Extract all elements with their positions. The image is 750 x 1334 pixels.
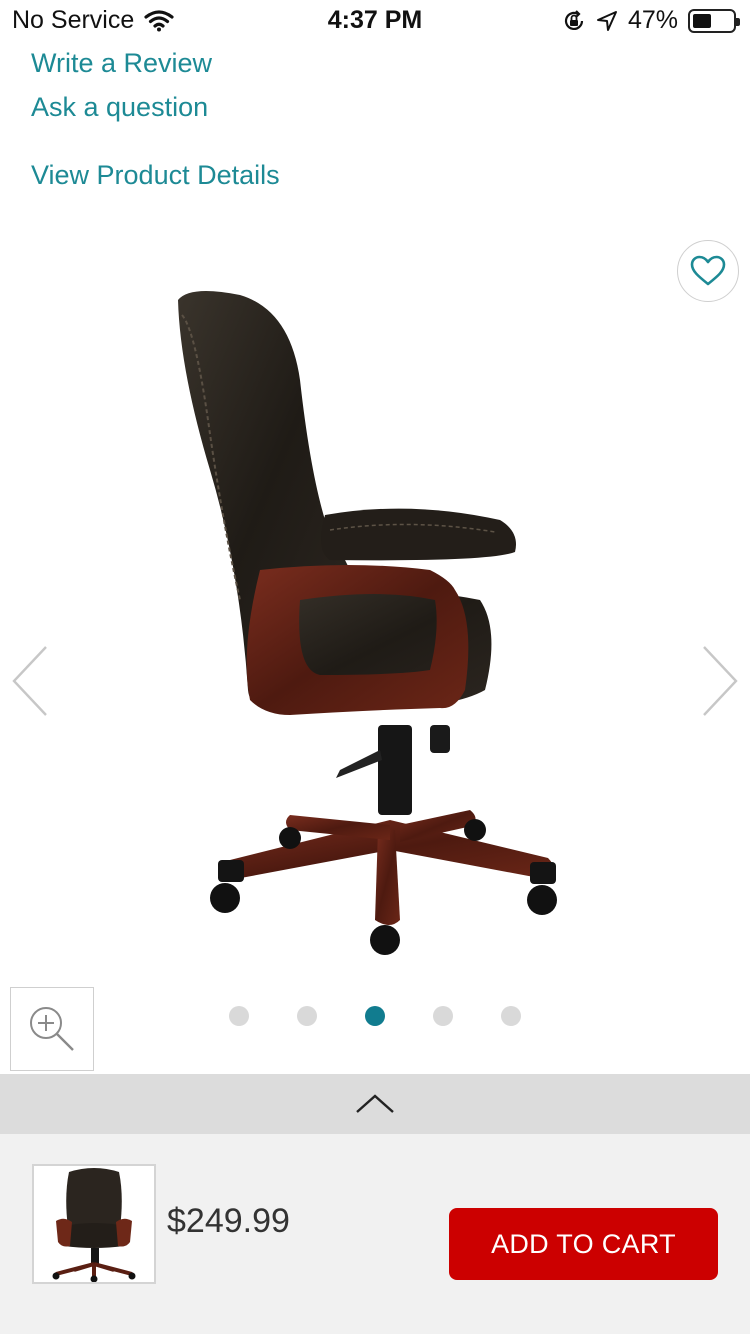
chevron-up-icon [356, 1094, 394, 1113]
product-thumbnail [32, 1164, 156, 1284]
zoom-button[interactable] [10, 987, 94, 1071]
status-bar: No Service 4:37 PM 47% [0, 0, 750, 42]
pagination-dot[interactable] [433, 1006, 453, 1026]
orientation-lock-icon [564, 9, 584, 30]
battery-tip [736, 17, 740, 26]
ask-question-link[interactable]: Ask a question [31, 92, 208, 123]
battery-icon [688, 8, 740, 33]
pagination-dot[interactable] [297, 1006, 317, 1026]
status-right: 47% [562, 6, 740, 35]
purchase-bar: $249.99 ADD TO CART [0, 1134, 750, 1334]
product-thumbnail-image [52, 1168, 136, 1283]
product-price: $249.99 [167, 1202, 290, 1240]
chevron-right-icon [703, 646, 738, 716]
location-arrow-icon [596, 10, 617, 31]
previous-image-button[interactable] [10, 645, 50, 717]
battery-percent: 47% [627, 6, 678, 34]
write-review-link[interactable]: Write a Review [31, 48, 212, 79]
view-product-details-link[interactable]: View Product Details [31, 160, 280, 191]
favorite-button[interactable] [677, 240, 739, 302]
pagination-dot[interactable] [229, 1006, 249, 1026]
image-pagination [0, 1006, 750, 1028]
pagination-dot[interactable] [365, 1006, 385, 1026]
next-image-button[interactable] [700, 645, 740, 717]
add-to-cart-button[interactable]: ADD TO CART [449, 1208, 718, 1280]
pagination-dot[interactable] [501, 1006, 521, 1026]
heart-icon [690, 255, 726, 286]
collapse-bar[interactable] [0, 1074, 750, 1134]
chevron-left-icon [12, 646, 47, 716]
battery-fill [693, 13, 711, 28]
product-image[interactable] [150, 270, 600, 970]
